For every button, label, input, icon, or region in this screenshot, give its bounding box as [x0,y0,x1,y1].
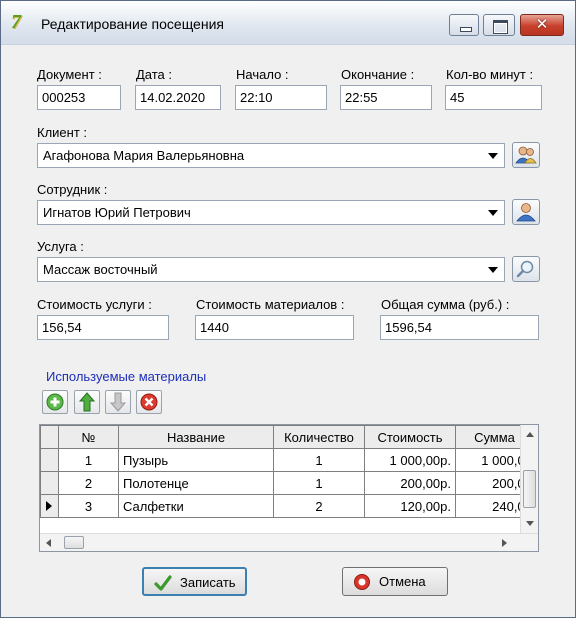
cancel-button-label: Отмена [379,574,426,589]
service-cost-label: Стоимость услуги : [37,297,152,312]
vertical-scrollbar[interactable] [520,425,538,533]
cell-num: 2 [58,471,119,495]
cell-cost: 120,00р. [364,494,456,518]
delete-icon [140,393,158,411]
materials-group-title: Используемые материалы [46,369,207,384]
materials-cost-field[interactable]: 1440 [195,315,354,340]
scroll-up-icon[interactable] [526,432,534,437]
cancel-icon [354,574,370,590]
move-up-button[interactable] [74,390,100,414]
chevron-down-icon [488,210,498,216]
move-down-button[interactable] [105,390,131,414]
start-time-field[interactable]: 22:10 [235,85,327,110]
minimize-button[interactable] [449,14,479,36]
service-value: Массаж восточный [43,262,158,277]
service-label: Услуга : [37,239,84,254]
magnifier-icon [516,260,534,278]
checkmark-icon [154,575,172,591]
minutes-field[interactable]: 45 [445,85,542,110]
client-select[interactable]: Агафонова Мария Валерьяновна [37,143,505,168]
horizontal-scrollbar[interactable] [40,533,538,551]
client-value: Агафонова Мария Валерьяновна [43,148,245,163]
materials-grid[interactable]: № Название Количество Стоимость Сумма 1 … [39,424,539,552]
scroll-right-icon[interactable] [502,539,507,547]
cell-qty: 2 [273,494,365,518]
add-material-button[interactable] [42,390,68,414]
date-label: Дата : [136,67,173,82]
date-field[interactable]: 14.02.2020 [135,85,221,110]
start-time-label: Начало : [236,67,289,82]
total-label: Общая сумма (руб.) : [381,297,510,312]
close-icon: ✕ [535,16,549,33]
materials-table: № Название Количество Стоимость Сумма 1 … [40,425,534,518]
maximize-icon [484,15,514,35]
client-label: Клиент : [37,125,88,140]
materials-cost-label: Стоимость материалов : [196,297,345,312]
column-header-num[interactable]: № [58,425,119,449]
row-indicator[interactable] [40,494,59,518]
row-indicator-header [40,425,59,449]
service-select[interactable]: Массаж восточный [37,257,505,282]
end-time-label: Окончание : [341,67,415,82]
cell-qty: 1 [273,448,365,472]
table-row[interactable]: 1 Пузырь 1 1 000,00р. 1 000,0( [40,448,534,472]
employee-lookup-button[interactable] [512,199,540,225]
plus-icon [46,393,64,411]
users-icon [515,146,537,164]
scroll-down-icon[interactable] [526,521,534,526]
close-button[interactable]: ✕ [520,14,564,36]
cell-name: Салфетки [118,494,274,518]
end-time-field[interactable]: 22:55 [340,85,432,110]
table-row[interactable]: 3 Салфетки 2 120,00р. 240,0( [40,494,534,518]
table-header-row: № Название Количество Стоимость Сумма [40,425,534,449]
title-bar[interactable]: 7 Редактирование посещения ✕ [1,1,575,45]
cell-cost: 200,00р. [364,471,456,495]
horizontal-scroll-thumb[interactable] [64,536,84,549]
column-header-name[interactable]: Название [118,425,274,449]
document-label: Документ : [37,67,102,82]
table-row[interactable]: 2 Полотенце 1 200,00р. 200,0( [40,471,534,495]
document-field[interactable]: 000253 [37,85,121,110]
user-icon [516,203,536,222]
cell-num: 1 [58,448,119,472]
service-cost-field[interactable]: 156,54 [37,315,169,340]
minutes-label: Кол-во минут : [446,67,534,82]
cell-num: 3 [58,494,119,518]
row-indicator[interactable] [40,448,59,472]
employee-select[interactable]: Игнатов Юрий Петрович [37,200,505,225]
chevron-down-icon [488,267,498,273]
cancel-button[interactable]: Отмена [342,567,448,596]
cell-cost: 1 000,00р. [364,448,456,472]
arrow-down-icon [109,392,127,412]
service-search-button[interactable] [512,256,540,282]
arrow-up-icon [78,392,96,412]
cell-qty: 1 [273,471,365,495]
current-row-pointer-icon [46,501,52,511]
cell-name: Полотенце [118,471,274,495]
minimize-icon [450,15,478,35]
chevron-down-icon [488,153,498,159]
client-lookup-button[interactable] [512,142,540,168]
save-button[interactable]: Записать [142,567,247,596]
employee-value: Игнатов Юрий Петрович [43,205,191,220]
column-header-qty[interactable]: Количество [273,425,365,449]
delete-material-button[interactable] [136,390,162,414]
maximize-button[interactable] [483,14,515,36]
cell-name: Пузырь [118,448,274,472]
employee-label: Сотрудник : [37,182,108,197]
app-logo-icon: 7 [11,11,21,33]
scroll-left-icon[interactable] [46,539,51,547]
save-button-label: Записать [180,575,236,590]
window-title: Редактирование посещения [41,16,224,32]
edit-visit-window: 7 Редактирование посещения ✕ Документ : … [0,0,576,618]
vertical-scroll-thumb[interactable] [523,470,536,508]
total-field[interactable]: 1596,54 [380,315,539,340]
column-header-cost[interactable]: Стоимость [364,425,456,449]
row-indicator[interactable] [40,471,59,495]
